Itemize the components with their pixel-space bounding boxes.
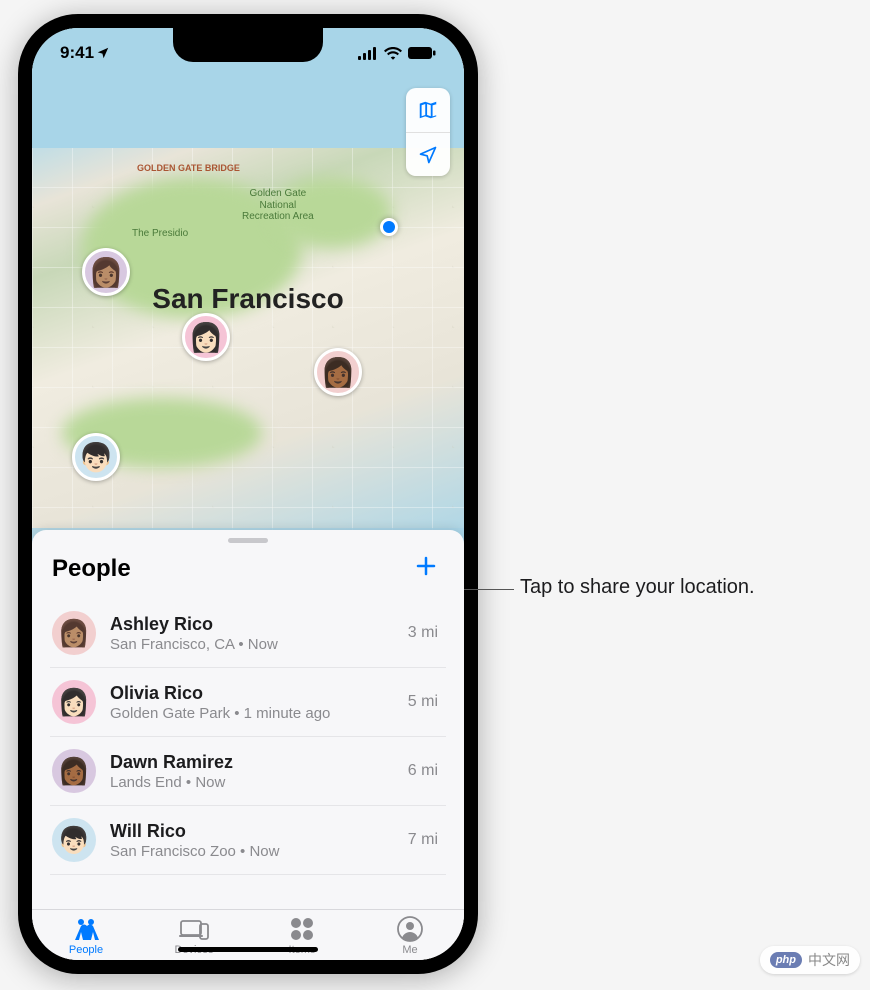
location-arrow-icon bbox=[418, 145, 438, 165]
person-avatar: 👦🏻 bbox=[52, 818, 96, 862]
notch bbox=[173, 28, 323, 62]
person-name: Ashley Rico bbox=[110, 614, 394, 635]
person-name: Dawn Ramirez bbox=[110, 752, 394, 773]
tab-people[interactable]: People bbox=[32, 916, 140, 956]
person-map-pin[interactable]: 👦🏻 bbox=[72, 433, 120, 481]
person-info: Olivia Rico Golden Gate Park • 1 minute … bbox=[110, 683, 394, 722]
status-time: 9:41 bbox=[60, 43, 110, 63]
map-poi-bridge: GOLDEN GATE BRIDGE bbox=[137, 163, 240, 173]
phone-frame: 9:41 GOLDEN GATE BRIDGE The Presidio Gol… bbox=[18, 14, 478, 974]
battery-icon bbox=[408, 46, 436, 60]
person-avatar: 👩🏻 bbox=[52, 680, 96, 724]
cellular-icon bbox=[358, 46, 378, 60]
devices-icon bbox=[179, 916, 209, 942]
map[interactable]: GOLDEN GATE BRIDGE The Presidio Golden G… bbox=[32, 28, 464, 588]
person-row[interactable]: 👩🏻 Olivia Rico Golden Gate Park • 1 minu… bbox=[50, 668, 446, 737]
person-name: Will Rico bbox=[110, 821, 394, 842]
person-distance: 6 mi bbox=[408, 762, 444, 780]
person-location: San Francisco Zoo • Now bbox=[110, 843, 394, 860]
people-list[interactable]: 👩🏽 Ashley Rico San Francisco, CA • Now 3… bbox=[32, 599, 464, 909]
map-mode-button[interactable] bbox=[406, 88, 450, 132]
person-info: Will Rico San Francisco Zoo • Now bbox=[110, 821, 394, 860]
person-map-pin[interactable]: 👩🏾 bbox=[314, 348, 362, 396]
user-location-dot bbox=[380, 218, 398, 236]
phone-screen: 9:41 GOLDEN GATE BRIDGE The Presidio Gol… bbox=[32, 28, 464, 960]
wifi-icon bbox=[384, 46, 402, 60]
person-distance: 5 mi bbox=[408, 693, 444, 711]
map-city-label: San Francisco bbox=[152, 283, 343, 315]
share-location-button[interactable] bbox=[408, 553, 444, 585]
tab-bar: People Devices Items Me bbox=[32, 909, 464, 960]
status-time-text: 9:41 bbox=[60, 43, 94, 63]
map-poi-ggnra: Golden Gate National Recreation Area bbox=[242, 188, 314, 223]
location-services-icon bbox=[96, 46, 110, 60]
locate-me-button[interactable] bbox=[406, 132, 450, 176]
map-icon bbox=[417, 99, 439, 121]
person-row[interactable]: 👩🏽 Ashley Rico San Francisco, CA • Now 3… bbox=[50, 599, 446, 668]
home-indicator[interactable] bbox=[178, 947, 318, 952]
person-location: San Francisco, CA • Now bbox=[110, 636, 394, 653]
callout-text: Tap to share your location. bbox=[520, 576, 755, 599]
person-map-pin[interactable]: 👩🏽 bbox=[82, 248, 130, 296]
map-controls bbox=[406, 88, 450, 176]
items-icon bbox=[289, 916, 315, 942]
php-logo: php bbox=[770, 952, 802, 968]
watermark: php 中文网 bbox=[760, 946, 860, 974]
watermark-text: 中文网 bbox=[808, 950, 850, 970]
person-map-pin[interactable]: 👩🏻 bbox=[182, 313, 230, 361]
status-indicators bbox=[358, 46, 436, 60]
person-row[interactable]: 👦🏻 Will Rico San Francisco Zoo • Now 7 m… bbox=[50, 806, 446, 875]
me-icon bbox=[397, 916, 423, 942]
tab-label: Me bbox=[402, 944, 417, 956]
person-avatar: 👩🏾 bbox=[52, 749, 96, 793]
people-sheet: People 👩🏽 Ashley Rico San Francisco, CA … bbox=[32, 530, 464, 960]
people-icon bbox=[71, 916, 101, 942]
person-info: Ashley Rico San Francisco, CA • Now bbox=[110, 614, 394, 653]
tab-me[interactable]: Me bbox=[356, 916, 464, 956]
plus-icon bbox=[414, 554, 438, 578]
sheet-grabber[interactable] bbox=[228, 538, 268, 543]
person-avatar: 👩🏽 bbox=[52, 611, 96, 655]
sheet-header: People bbox=[32, 547, 464, 599]
person-name: Olivia Rico bbox=[110, 683, 394, 704]
person-distance: 3 mi bbox=[408, 624, 444, 642]
person-location: Golden Gate Park • 1 minute ago bbox=[110, 705, 394, 722]
map-poi-presidio: The Presidio bbox=[132, 228, 188, 240]
tab-label: People bbox=[69, 944, 103, 956]
person-location: Lands End • Now bbox=[110, 774, 394, 791]
sheet-title: People bbox=[52, 555, 131, 583]
person-row[interactable]: 👩🏾 Dawn Ramirez Lands End • Now 6 mi bbox=[50, 737, 446, 806]
person-distance: 7 mi bbox=[408, 831, 444, 849]
person-info: Dawn Ramirez Lands End • Now bbox=[110, 752, 394, 791]
